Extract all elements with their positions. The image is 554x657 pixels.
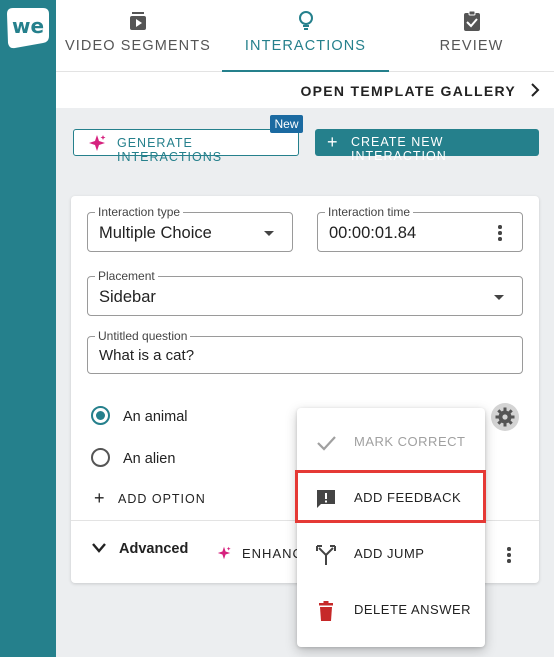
jump-icon: [316, 545, 336, 565]
add-option-label: ADD OPTION: [118, 492, 206, 506]
tab-video-segments[interactable]: VIDEO SEGMENTS: [56, 0, 220, 72]
top-tab-bar: VIDEO SEGMENTS INTERACTIONS REVIEW: [56, 0, 554, 72]
interaction-time-value: 00:00:01.84: [329, 224, 417, 242]
trash-icon: [319, 601, 333, 621]
tab-interactions[interactable]: INTERACTIONS: [222, 0, 389, 72]
clipboard-check-icon: [463, 10, 480, 31]
open-template-gallery-link[interactable]: OPEN TEMPLATE GALLERY: [300, 83, 516, 99]
add-feedback-highlight: [295, 470, 486, 523]
sparkle-icon: [217, 546, 231, 560]
chevron-down-icon[interactable]: [92, 543, 106, 553]
more-vert-icon[interactable]: [507, 547, 511, 565]
we-logo-icon[interactable]: we: [5, 6, 51, 49]
question-value: What is a cat?: [99, 347, 195, 364]
question-label: Untitled question: [95, 329, 191, 343]
placement-label: Placement: [95, 269, 158, 283]
dropdown-caret-icon: [264, 231, 274, 236]
menu-item-label: ADD JUMP: [354, 546, 425, 561]
answer-settings-gear-button[interactable]: [491, 403, 519, 431]
menu-item-add-jump[interactable]: ADD JUMP: [297, 527, 485, 583]
tab-review-label: REVIEW: [439, 38, 504, 54]
gear-icon: [495, 407, 515, 427]
option-radio-an-alien[interactable]: [91, 448, 110, 467]
interaction-type-label: Interaction type: [95, 205, 184, 219]
interaction-time-label: Interaction time: [325, 205, 414, 219]
answer-context-menu: MARK CORRECT ADD FEEDBACK ADD JUMP DELET…: [297, 408, 485, 647]
more-vert-icon[interactable]: [498, 225, 502, 243]
interaction-type-value: Multiple Choice: [99, 224, 212, 242]
chevron-right-icon[interactable]: [530, 83, 540, 97]
svg-text:we: we: [12, 14, 44, 38]
template-gallery-bar: OPEN TEMPLATE GALLERY: [56, 72, 554, 108]
menu-item-mark-correct[interactable]: MARK CORRECT: [297, 415, 485, 471]
placement-select[interactable]: Placement Sidebar: [87, 269, 523, 316]
menu-item-label: DELETE ANSWER: [354, 602, 472, 617]
left-rail: we: [0, 0, 56, 657]
sparkle-icon: [89, 135, 106, 151]
option-radio-an-animal[interactable]: [91, 406, 110, 425]
enhance-label: ENHANC: [242, 546, 303, 561]
interaction-time-field[interactable]: Interaction time 00:00:01.84: [317, 205, 523, 252]
generate-interactions-label: GENERATE INTERACTIONS: [117, 136, 223, 164]
advanced-toggle[interactable]: Advanced: [119, 541, 188, 557]
plus-icon: +: [327, 132, 338, 152]
option-label-an-animal[interactable]: An animal: [123, 409, 187, 425]
dropdown-caret-icon: [494, 295, 504, 300]
question-input[interactable]: Untitled question What is a cat?: [87, 329, 523, 374]
tab-video-segments-label: VIDEO SEGMENTS: [65, 38, 211, 54]
check-icon: [317, 436, 336, 451]
interaction-type-select[interactable]: Interaction type Multiple Choice: [87, 205, 293, 252]
menu-item-label: MARK CORRECT: [354, 434, 466, 449]
lightbulb-icon: [298, 11, 313, 30]
menu-item-delete-answer[interactable]: DELETE ANSWER: [297, 583, 485, 639]
tab-review[interactable]: REVIEW: [389, 0, 554, 72]
placement-value: Sidebar: [99, 288, 156, 306]
create-new-interaction-button[interactable]: + CREATE NEW INTERACTION: [315, 129, 539, 163]
new-badge: New: [270, 115, 303, 133]
generate-interactions-button[interactable]: GENERATE INTERACTIONS: [73, 129, 299, 164]
create-new-interaction-label: CREATE NEW INTERACTION: [351, 135, 447, 163]
plus-icon: +: [94, 488, 105, 508]
video-segments-icon: [130, 12, 146, 30]
option-label-an-alien[interactable]: An alien: [123, 451, 175, 467]
tab-interactions-label: INTERACTIONS: [244, 38, 367, 54]
